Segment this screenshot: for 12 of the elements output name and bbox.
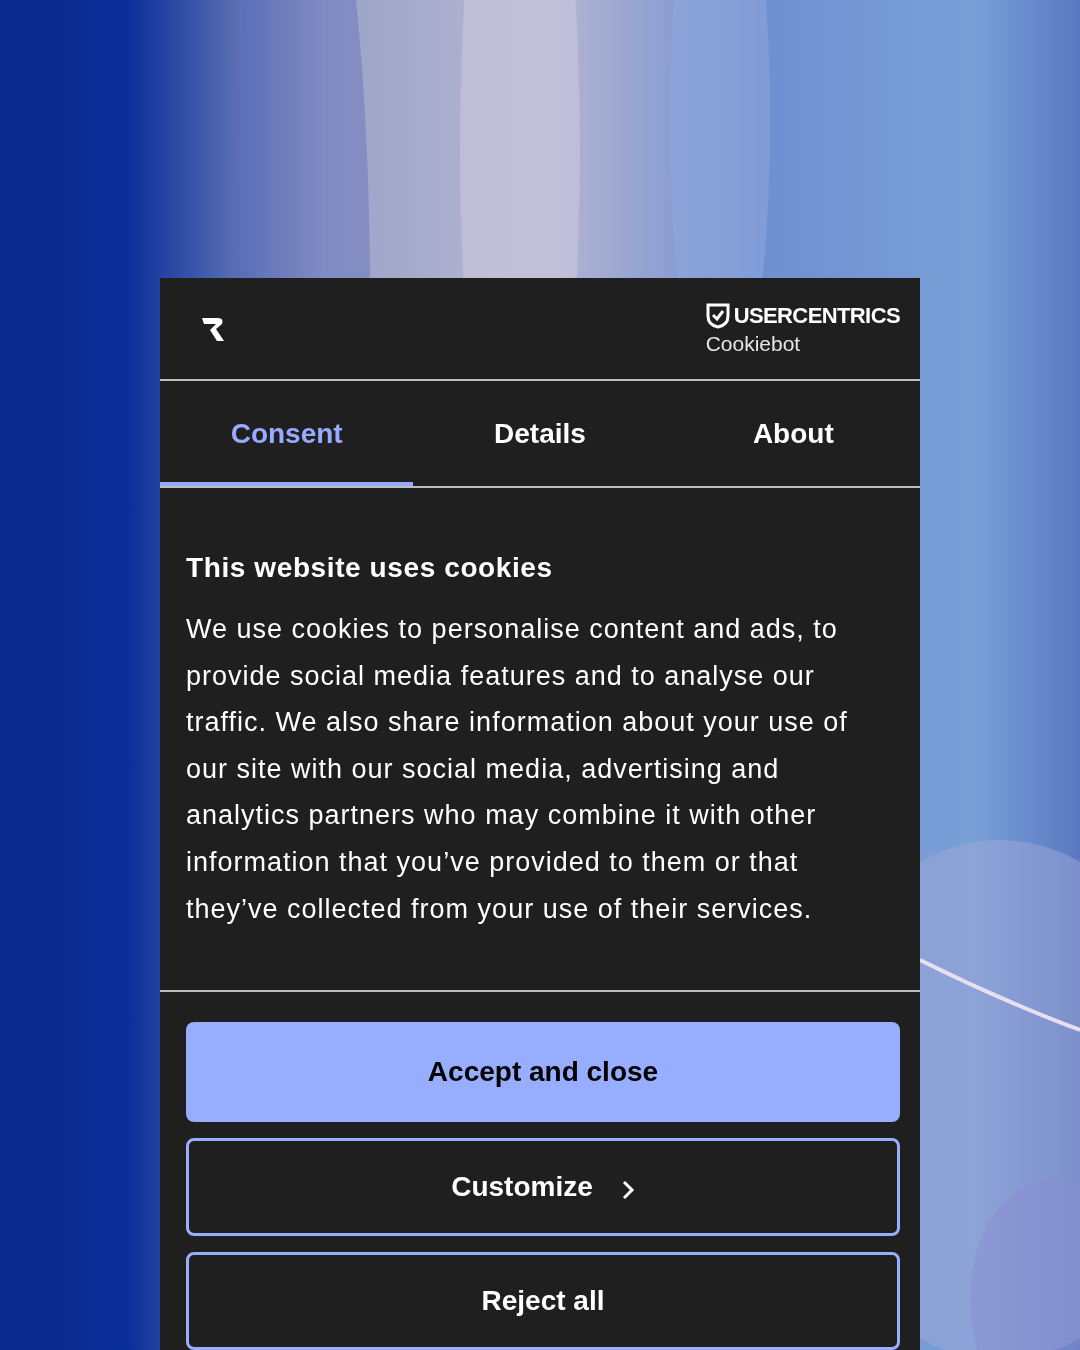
- action-button[interactable]: Accept and close: [186, 1022, 900, 1122]
- tab[interactable]: Consent: [160, 381, 414, 487]
- tab[interactable]: Details: [413, 381, 667, 487]
- dialog-heading: This website uses cookies: [186, 551, 554, 586]
- action-button[interactable]: Customize: [186, 1138, 900, 1236]
- action-button[interactable]: Reject all: [186, 1252, 900, 1350]
- product-name: Cookiebot: [705, 330, 801, 357]
- cookie-description: We use cookies to personalise content and ads, to provide social media features and to analyse our traffic. We also share information about your use of our site with our social media, advertising and analytics partners who may combine it with other information that you’ve provided to them or that they’ve collected from your use of their services.: [186, 613, 849, 926]
- tab[interactable]: About: [666, 381, 920, 487]
- chevron-right-icon: [620, 1179, 635, 1201]
- shield-check-icon: [705, 302, 730, 329]
- brand-name: USERCENTRICS: [733, 301, 900, 330]
